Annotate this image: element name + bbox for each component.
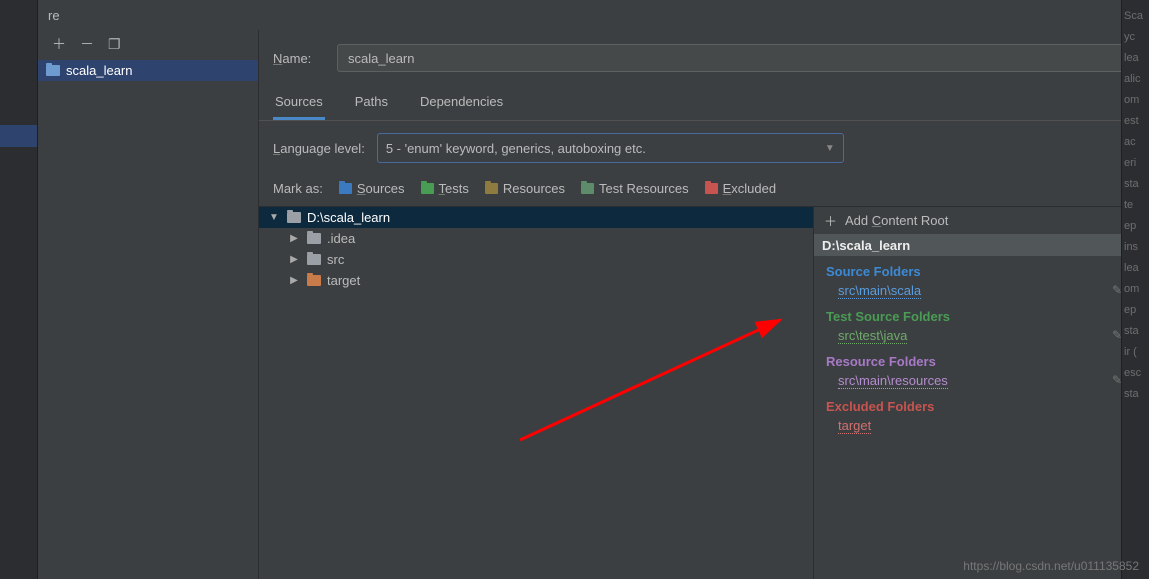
tree-item-target[interactable]: ▶ target: [259, 270, 813, 291]
module-content: Name: Sources Paths Dependencies Languag…: [259, 30, 1149, 579]
add-content-root-button[interactable]: ＋ Add Content Root: [814, 207, 1149, 234]
sidebar-toolbar: ＋ － ❐: [38, 30, 258, 58]
tree-item-idea[interactable]: ▶ .idea: [259, 228, 813, 249]
folder-path: target: [838, 418, 871, 434]
tree-item-src[interactable]: ▶ src: [259, 249, 813, 270]
expand-icon[interactable]: ▶: [287, 254, 301, 265]
tree-item-label: target: [327, 273, 360, 288]
tree-item-label: src: [327, 252, 344, 267]
content-root-header: D:\scala_learn ✕: [814, 234, 1149, 256]
tab-dependencies[interactable]: Dependencies: [418, 88, 505, 120]
language-level-label: Language level:: [273, 141, 365, 156]
chevron-down-icon: ▼: [825, 143, 835, 154]
module-tabs: Sources Paths Dependencies: [259, 88, 1149, 120]
mark-excluded[interactable]: Excluded: [705, 181, 776, 196]
module-name-input[interactable]: [337, 44, 1135, 72]
background-right-strip: Sca ycleaalic omestac eristate epinslea …: [1121, 0, 1149, 579]
background-selection: [0, 125, 37, 147]
module-folder-icon: [46, 65, 60, 76]
resource-folders-label: Resource Folders: [814, 346, 1149, 371]
tree-root-label: D:\scala_learn: [307, 210, 390, 225]
folder-path: src\test\java: [838, 328, 907, 344]
resource-folder-item[interactable]: src\main\resources ✎✕: [814, 371, 1149, 391]
source-folder-item[interactable]: src\main\scala ✎✕: [814, 281, 1149, 301]
tests-folder-icon: [421, 183, 434, 194]
tree-item-label: .idea: [327, 231, 355, 246]
background-left-strip: [0, 0, 38, 579]
mark-sources[interactable]: Sources: [339, 181, 405, 196]
copy-icon[interactable]: ❐: [108, 36, 121, 53]
folder-path: src\main\resources: [838, 373, 948, 389]
remove-icon[interactable]: －: [80, 34, 94, 54]
excluded-folder-icon: [705, 183, 718, 194]
dialog-titlebar: re ✕: [38, 0, 1149, 30]
mark-as-row: Mark as: Sources Tests Resources Test Re…: [259, 177, 1149, 206]
tabs-divider: [259, 120, 1149, 121]
tab-paths[interactable]: Paths: [353, 88, 390, 120]
source-folders-label: Source Folders: [814, 256, 1149, 281]
language-level-value: 5 - 'enum' keyword, generics, autoboxing…: [386, 141, 646, 156]
sources-folder-icon: [339, 183, 352, 194]
test-folders-label: Test Source Folders: [814, 301, 1149, 326]
mark-resources[interactable]: Resources: [485, 181, 565, 196]
dialog-title: re: [48, 8, 60, 23]
folder-icon: [287, 212, 301, 223]
expand-icon[interactable]: ▼: [267, 212, 281, 223]
resources-folder-icon: [485, 183, 498, 194]
language-level-dropdown[interactable]: 5 - 'enum' keyword, generics, autoboxing…: [377, 133, 844, 163]
folder-icon: [307, 275, 321, 286]
module-list: scala_learn: [38, 58, 258, 579]
tab-sources[interactable]: Sources: [273, 88, 325, 120]
add-icon[interactable]: ＋: [52, 34, 66, 54]
tree-root[interactable]: ▼ D:\scala_learn: [259, 207, 813, 228]
test-resources-folder-icon: [581, 183, 594, 194]
content-roots-panel: ＋ Add Content Root D:\scala_learn ✕ Sour…: [813, 207, 1149, 579]
expand-icon[interactable]: ▶: [287, 233, 301, 244]
directory-tree: ▼ D:\scala_learn ▶ .idea ▶ src: [259, 207, 813, 579]
content-root-path: D:\scala_learn: [822, 238, 910, 253]
excluded-folders-label: Excluded Folders: [814, 391, 1149, 416]
module-item-scala-learn[interactable]: scala_learn: [38, 60, 258, 81]
project-structure-dialog: re ✕ ＋ － ❐ scala_learn Name:: [38, 0, 1149, 579]
expand-icon[interactable]: ▶: [287, 275, 301, 286]
folder-icon: [307, 233, 321, 244]
mark-tests[interactable]: Tests: [421, 181, 469, 196]
test-folder-item[interactable]: src\test\java ✎✕: [814, 326, 1149, 346]
mark-as-label: Mark as:: [273, 181, 323, 196]
folder-icon: [307, 254, 321, 265]
folder-path: src\main\scala: [838, 283, 921, 299]
excluded-folder-item[interactable]: target ✕: [814, 416, 1149, 436]
name-label: Name:: [273, 51, 325, 66]
module-label: scala_learn: [66, 63, 133, 78]
modules-sidebar: ＋ － ❐ scala_learn: [38, 30, 259, 579]
plus-icon: ＋: [824, 211, 837, 230]
mark-test-resources[interactable]: Test Resources: [581, 181, 689, 196]
